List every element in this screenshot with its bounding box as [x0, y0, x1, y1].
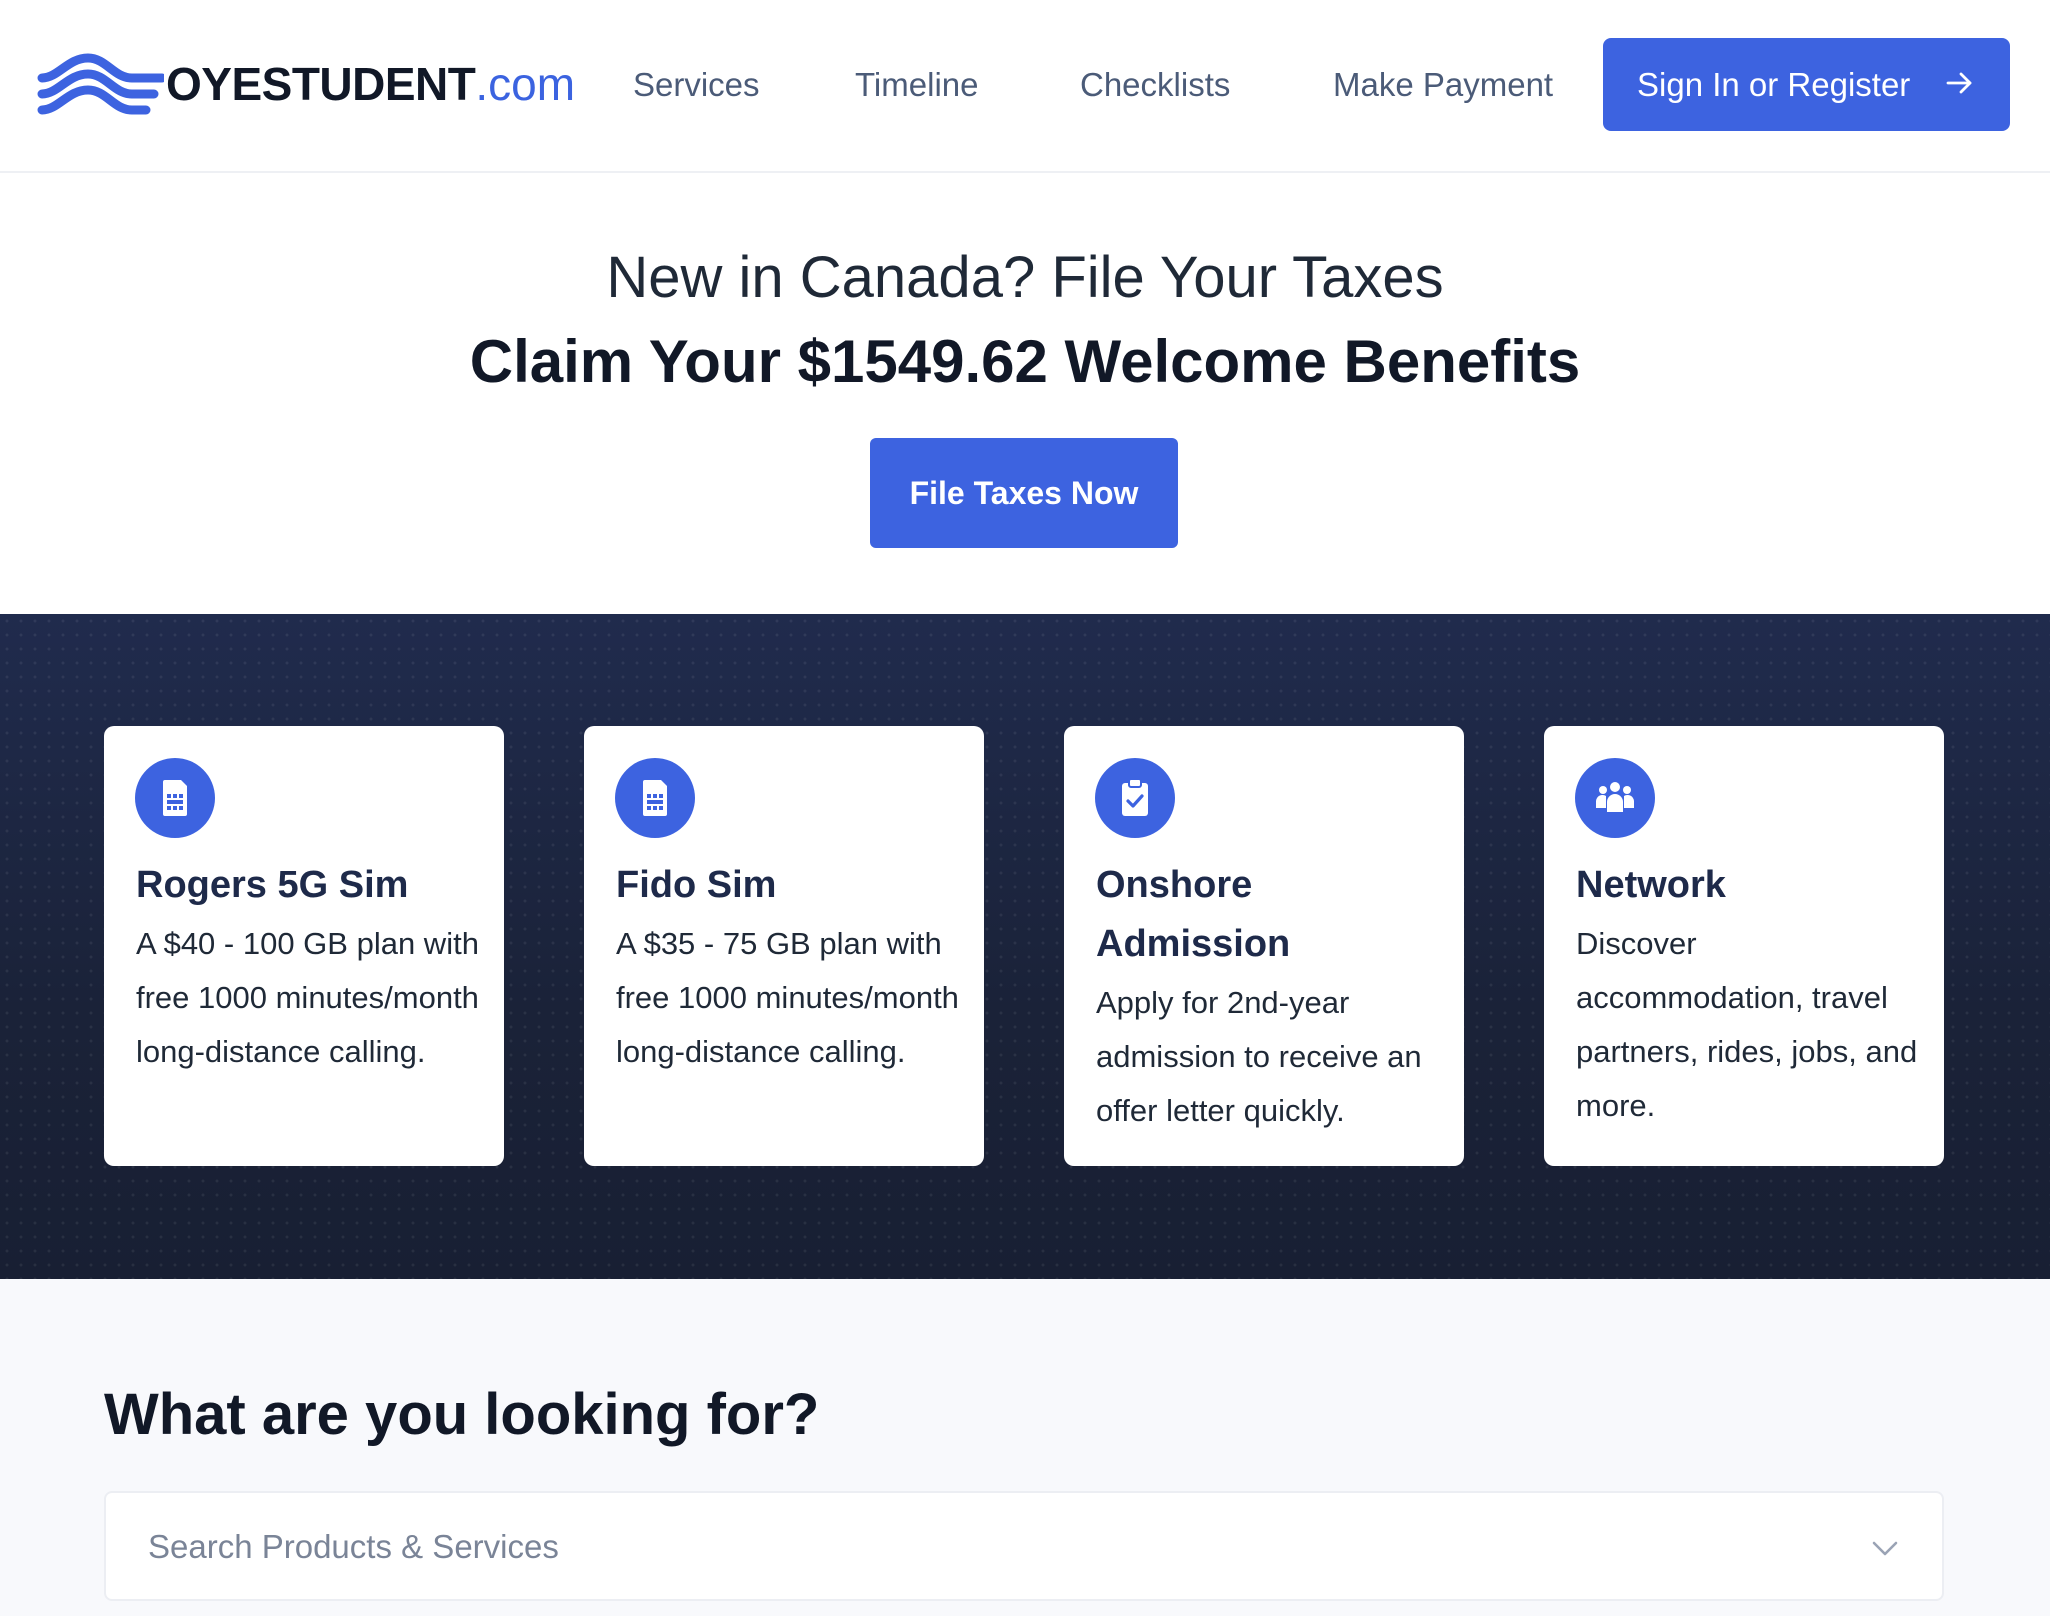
clipboard-check-icon	[1095, 758, 1175, 838]
card-title: Rogers 5G Sim	[136, 864, 409, 906]
sign-in-register-button[interactable]: Sign In or Register	[1603, 38, 2010, 131]
chevron-down-icon[interactable]	[1868, 1531, 1902, 1565]
nav-services[interactable]: Services	[633, 62, 760, 107]
nav-timeline[interactable]: Timeline	[855, 62, 978, 107]
nav-checklists[interactable]: Checklists	[1080, 62, 1230, 107]
site-header: OYESTUDENT .com Services Timeline Checkl…	[0, 0, 2050, 173]
logo-tld: .com	[475, 58, 576, 110]
people-group-icon	[1575, 758, 1655, 838]
card-description: Apply for 2nd-year admission to receive …	[1096, 985, 1422, 1128]
wave-logo-icon	[37, 53, 164, 115]
card-description: A $40 - 100 GB plan with free 1000 minut…	[136, 926, 479, 1069]
search-section: What are you looking for? Search Product…	[0, 1279, 2050, 1616]
sim-card-icon	[615, 758, 695, 838]
service-card-network[interactable]: Network Discover accommodation, travel p…	[1544, 726, 1944, 1166]
card-title: Onshore Admission	[1096, 864, 1291, 965]
service-card-rogers[interactable]: Rogers 5G Sim A $40 - 100 GB plan with f…	[104, 726, 504, 1166]
card-description: Discover accommodation, travel partners,…	[1576, 926, 1918, 1123]
file-taxes-button[interactable]: File Taxes Now	[870, 438, 1178, 548]
logo-wordmark: OYESTUDENT	[166, 58, 476, 110]
services-band: Rogers 5G Sim A $40 - 100 GB plan with f…	[0, 614, 2050, 1279]
nav-make-payment[interactable]: Make Payment	[1333, 62, 1553, 107]
card-title: Network	[1576, 864, 1726, 906]
hero-subtitle: New in Canada? File Your Taxes	[606, 245, 1444, 310]
search-select[interactable]: Search Products & Services	[104, 1491, 1944, 1601]
site-logo[interactable]: OYESTUDENT .com	[36, 48, 575, 120]
card-title: Fido Sim	[616, 864, 777, 906]
arrow-right-icon	[1946, 72, 1972, 94]
service-card-fido[interactable]: Fido Sim A $35 - 75 GB plan with free 10…	[584, 726, 984, 1166]
card-description: A $35 - 75 GB plan with free 1000 minute…	[616, 926, 959, 1069]
hero-title: Claim Your $1549.62 Welcome Benefits	[469, 328, 1581, 395]
service-card-onshore-admission[interactable]: Onshore Admission Apply for 2nd-year adm…	[1064, 726, 1464, 1166]
search-placeholder: Search Products & Services	[148, 1528, 559, 1565]
sim-card-icon	[135, 758, 215, 838]
sign-in-label: Sign In or Register	[1637, 65, 1911, 103]
search-heading: What are you looking for?	[104, 1382, 820, 1447]
